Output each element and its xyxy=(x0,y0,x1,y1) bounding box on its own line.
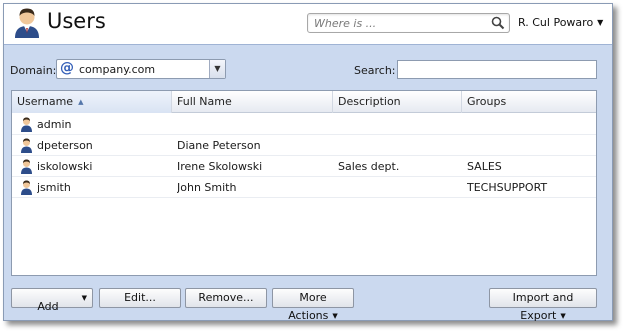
more-actions-button[interactable]: More Actions ▼ xyxy=(272,288,354,322)
edit-button-label: Edit... xyxy=(124,291,156,304)
domain-label: Domain: xyxy=(10,64,57,77)
cell-groups xyxy=(467,135,592,156)
add-button-label: Add xyxy=(37,300,59,313)
search-label: Search: xyxy=(354,64,396,77)
cell-groups xyxy=(467,114,592,135)
cell-description xyxy=(338,135,458,156)
cell-username: iskolowski xyxy=(37,160,93,173)
cell-full-name: Diane Peterson xyxy=(177,139,261,152)
table-row[interactable]: iskolowski Irene Skolowski Sales dept. S… xyxy=(12,156,596,177)
more-actions-label: More Actions xyxy=(288,291,329,322)
user-icon xyxy=(21,159,32,174)
user-name: R. Cul Powaro xyxy=(518,16,594,29)
header-bar: Users R. Cul Powaro▼ xyxy=(4,4,612,44)
search-input[interactable] xyxy=(397,60,597,79)
user-icon xyxy=(21,138,32,153)
domain-select[interactable]: @ company.com ▼ xyxy=(56,59,226,79)
remove-button[interactable]: Remove... xyxy=(185,288,267,308)
user-icon xyxy=(21,180,32,195)
remove-button-label: Remove... xyxy=(198,291,254,304)
cell-groups: TECHSUPPORT xyxy=(467,181,548,194)
where-is-search-box[interactable] xyxy=(307,13,510,33)
chevron-down-icon: ▼ xyxy=(560,312,566,320)
cell-groups: SALES xyxy=(467,160,502,173)
cell-description: Sales dept. xyxy=(338,160,400,173)
chevron-down-icon: ▼ xyxy=(597,18,604,27)
users-panel: Domain: @ company.com ▼ Search: Username… xyxy=(4,44,612,322)
cell-username: dpeterson xyxy=(37,139,93,152)
column-header-description[interactable]: Description xyxy=(333,91,462,113)
user-icon xyxy=(15,8,39,38)
sort-ascending-icon: ▲ xyxy=(78,98,84,106)
table-row[interactable]: jsmith John Smith TECHSUPPORT xyxy=(12,177,596,198)
users-table: Username▲ Full Name Description Groups xyxy=(11,90,597,276)
column-header-username[interactable]: Username ▲ xyxy=(12,91,172,113)
chevron-down-icon: ▼ xyxy=(81,294,87,302)
where-is-input[interactable] xyxy=(312,15,482,31)
column-header-full-name[interactable]: Full Name xyxy=(172,91,333,113)
user-icon xyxy=(21,117,32,132)
chevron-down-icon: ▼ xyxy=(332,312,338,320)
page-title: Users xyxy=(47,9,106,33)
cell-full-name: John Smith xyxy=(177,181,237,194)
table-row[interactable]: dpeterson Diane Peterson xyxy=(12,135,596,156)
cell-username: jsmith xyxy=(37,181,71,194)
at-sign-icon: @ xyxy=(60,60,74,76)
search-icon[interactable] xyxy=(491,16,505,30)
chevron-down-icon[interactable]: ▼ xyxy=(209,60,225,78)
cell-description xyxy=(338,177,458,198)
table-row[interactable]: admin xyxy=(12,114,596,135)
cell-username: admin xyxy=(37,118,72,131)
cell-full-name xyxy=(177,114,327,135)
column-header-groups[interactable]: Groups xyxy=(462,91,596,113)
domain-value: company.com xyxy=(79,63,156,76)
table-header: Username ▲ Full Name Description Groups xyxy=(12,91,596,113)
edit-button[interactable]: Edit... xyxy=(99,288,181,308)
cell-description xyxy=(338,114,458,135)
cell-full-name: Irene Skolowski xyxy=(177,160,263,173)
user-menu[interactable]: R. Cul Powaro ▼ xyxy=(518,16,603,32)
add-button[interactable]: Add ▼ xyxy=(11,288,93,313)
users-window: Users R. Cul Powaro▼ Domain: @ company.c… xyxy=(3,3,613,322)
import-export-button[interactable]: Import and Export ▼ xyxy=(489,288,597,322)
